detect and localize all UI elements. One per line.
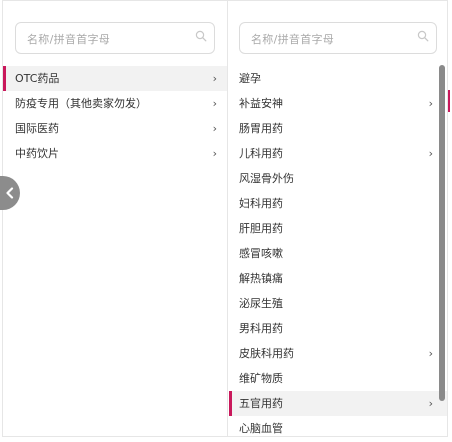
category-label: 解热镇痛: [239, 272, 283, 285]
category-label: 五官用药: [239, 397, 283, 410]
category-label: 防疫专用（其他卖家勿发）: [15, 97, 147, 110]
right-category-item[interactable]: 风湿骨外伤: [229, 166, 447, 191]
left-category-pane: 名称/拼音首字母 OTC药品 › 防疫专用（其他卖家勿发） › 国际医药 › 中药饮片 ›: [3, 1, 228, 436]
category-label: 补益安神: [239, 97, 283, 110]
category-label: 男科用药: [239, 322, 283, 335]
category-label: 妇科用药: [239, 197, 283, 210]
right-search-placeholder: 名称/拼音首字母: [251, 33, 335, 46]
chevron-right-icon: ›: [428, 147, 433, 160]
right-category-item[interactable]: 皮肤科用药 ›: [229, 341, 447, 366]
chevron-right-icon: ›: [428, 347, 433, 360]
category-label: 心脑血管: [239, 422, 283, 435]
search-icon: [417, 30, 429, 42]
right-category-item[interactable]: 避孕: [229, 66, 447, 91]
chevron-right-icon: ›: [212, 97, 217, 110]
category-label: 中药饮片: [15, 147, 59, 160]
left-category-list: OTC药品 › 防疫专用（其他卖家勿发） › 国际医药 › 中药饮片 ›: [3, 66, 227, 166]
left-category-item[interactable]: 国际医药 ›: [3, 116, 227, 141]
right-category-item[interactable]: 补益安神 ›: [229, 91, 447, 116]
side-accent-bar: [448, 90, 450, 112]
category-label: 风湿骨外伤: [239, 172, 294, 185]
right-category-item[interactable]: 解热镇痛: [229, 266, 447, 291]
category-label: 国际医药: [15, 122, 59, 135]
right-search-input[interactable]: 名称/拼音首字母: [239, 22, 437, 54]
category-label: 避孕: [239, 72, 261, 85]
category-picker: 名称/拼音首字母 OTC药品 › 防疫专用（其他卖家勿发） › 国际医药 › 中药饮片 › 名…: [2, 0, 448, 437]
scrollbar-thumb[interactable]: [439, 65, 445, 401]
right-category-item[interactable]: 泌尿生殖: [229, 291, 447, 316]
chevron-right-icon: ›: [428, 97, 433, 110]
category-label: 皮肤科用药: [239, 347, 294, 360]
chevron-right-icon: ›: [428, 397, 433, 410]
right-category-item[interactable]: 男科用药: [229, 316, 447, 341]
right-category-item[interactable]: 妇科用药: [229, 191, 447, 216]
search-icon: [195, 30, 207, 42]
left-search-input[interactable]: 名称/拼音首字母: [15, 22, 215, 54]
right-category-item[interactable]: 肠胃用药: [229, 116, 447, 141]
right-category-item[interactable]: 肝胆用药: [229, 216, 447, 241]
right-category-item[interactable]: 感冒咳嗽: [229, 241, 447, 266]
right-category-item[interactable]: 维矿物质: [229, 366, 447, 391]
left-category-item[interactable]: 防疫专用（其他卖家勿发） ›: [3, 91, 227, 116]
category-label: 感冒咳嗽: [239, 247, 283, 260]
right-category-item[interactable]: 心脑血管: [229, 416, 447, 436]
chevron-left-icon: [6, 187, 14, 199]
chevron-right-icon: ›: [212, 147, 217, 160]
category-label: 泌尿生殖: [239, 297, 283, 310]
right-category-pane: 名称/拼音首字母 避孕补益安神 › 肠胃用药儿科用药 › 风湿骨外伤妇科用药肝胆用药感冒…: [229, 1, 447, 436]
category-label: 儿科用药: [239, 147, 283, 160]
left-category-item[interactable]: OTC药品 ›: [3, 66, 227, 91]
category-label: 肝胆用药: [239, 222, 283, 235]
right-category-item[interactable]: 儿科用药 ›: [229, 141, 447, 166]
category-label: 肠胃用药: [239, 122, 283, 135]
category-label: 维矿物质: [239, 372, 283, 385]
chevron-right-icon: ›: [212, 122, 217, 135]
chevron-right-icon: ›: [212, 72, 217, 85]
category-label: OTC药品: [15, 72, 60, 85]
scrollbar[interactable]: [439, 65, 445, 433]
left-category-item[interactable]: 中药饮片 ›: [3, 141, 227, 166]
right-category-list: 避孕补益安神 › 肠胃用药儿科用药 › 风湿骨外伤妇科用药肝胆用药感冒咳嗽解热镇痛泌尿生…: [229, 66, 447, 436]
left-search-placeholder: 名称/拼音首字母: [27, 33, 111, 46]
right-category-item[interactable]: 五官用药 ›: [229, 391, 447, 416]
